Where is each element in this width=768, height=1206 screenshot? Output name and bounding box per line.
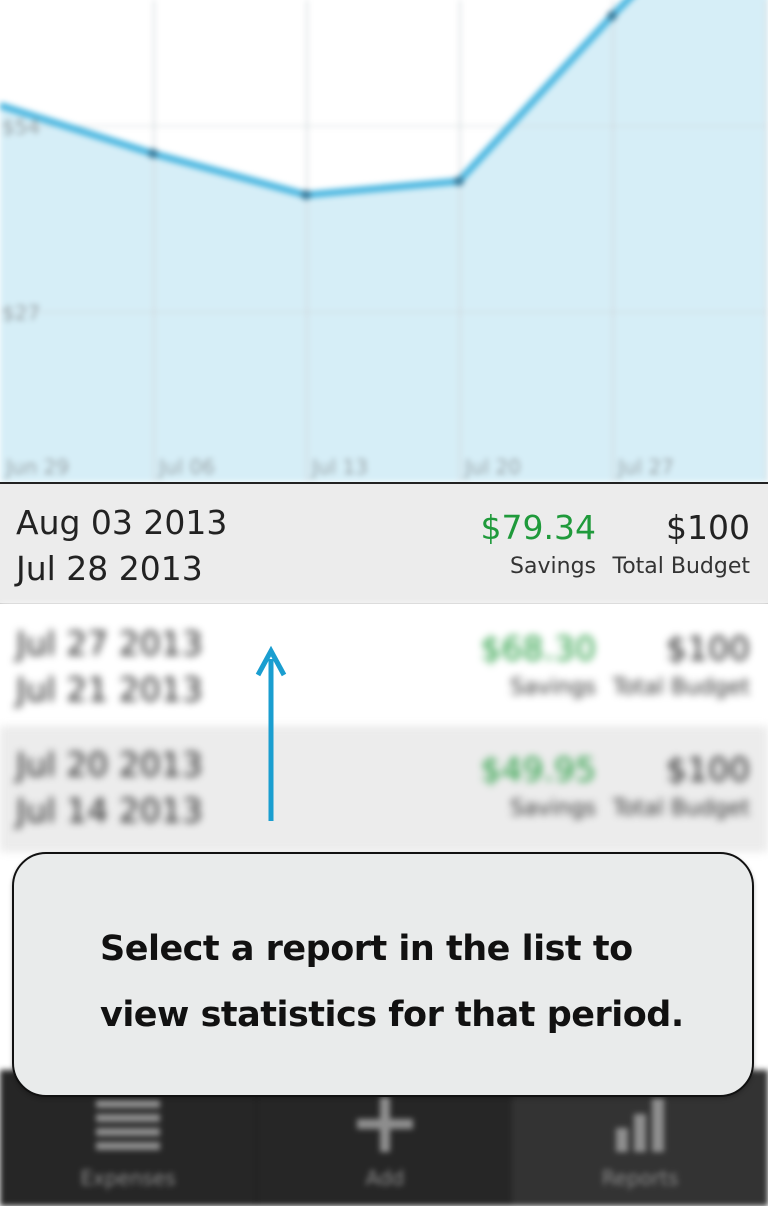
report-row-selected[interactable]: Aug 03 2013 Jul 28 2013 $79.34 $100 Savi… (0, 484, 768, 604)
savings-value: $79.34 (480, 508, 596, 547)
chart-area-fill (0, 0, 768, 482)
y-tick-label: $27 (2, 301, 40, 325)
report-dates: Aug 03 2013 Jul 28 2013 (16, 500, 227, 592)
plus-icon (357, 1096, 413, 1152)
report-start-date: Jul 14 2013 (16, 791, 203, 830)
budget-value: $100 (666, 629, 750, 668)
x-tick-label: Jul 13 (310, 455, 368, 479)
data-point (148, 148, 158, 159)
x-tick-label: Jun 29 (4, 455, 69, 479)
data-point (301, 189, 311, 200)
report-end-date: Aug 03 2013 (16, 503, 228, 542)
report-start-date: Jul 28 2013 (16, 549, 203, 588)
budget-label: Total Budget (612, 554, 751, 579)
report-dates: Jul 27 2013 Jul 21 2013 (16, 621, 203, 713)
budget-label: Total Budget (612, 675, 751, 700)
savings-label: Savings (510, 796, 596, 821)
budget-label: Total Budget (612, 796, 751, 821)
report-start-date: Jul 21 2013 (16, 670, 203, 709)
x-tick-label: Jul 20 (463, 455, 521, 479)
report-end-date: Jul 20 2013 (16, 745, 203, 784)
savings-value: $49.95 (480, 750, 596, 789)
data-point (454, 176, 464, 187)
savings-value: $68.30 (480, 629, 596, 668)
data-point (607, 10, 617, 21)
tooltip-message: Select a report in the list to view stat… (100, 929, 684, 1035)
add-label: Add (365, 1166, 405, 1190)
budget-value: $100 (666, 508, 750, 547)
x-tick-label: Jul 06 (157, 455, 215, 479)
savings-label: Savings (510, 554, 596, 579)
bar-chart-icon (616, 1098, 664, 1152)
chart-plot-area: $54 $27 Jun 29 Jul 06 Jul 13 Jul 20 Jul 27 (0, 0, 768, 482)
reports-label: Reports (601, 1166, 679, 1190)
savings-label: Savings (510, 675, 596, 700)
chart-svg: $54 $27 Jun 29 Jul 06 Jul 13 Jul 20 Jul 27 (0, 0, 768, 482)
savings-chart: $54 $27 Jun 29 Jul 06 Jul 13 Jul 20 Jul 27 (0, 0, 768, 484)
arrow-up-icon (255, 645, 287, 821)
budget-value: $100 (666, 750, 750, 789)
report-row[interactable]: Jul 20 2013 Jul 14 2013 $49.95 $100 Savi… (0, 726, 768, 852)
report-end-date: Jul 27 2013 (16, 624, 203, 663)
y-tick-label: $54 (2, 115, 40, 139)
list-icon (96, 1100, 160, 1150)
tooltip-bubble: Select a report in the list to view stat… (12, 852, 754, 1097)
report-row[interactable]: Jul 27 2013 Jul 21 2013 $68.30 $100 Savi… (0, 605, 768, 726)
expenses-label: Expenses (80, 1166, 176, 1190)
report-dates: Jul 20 2013 Jul 14 2013 (16, 742, 203, 834)
x-tick-label: Jul 27 (616, 455, 674, 479)
